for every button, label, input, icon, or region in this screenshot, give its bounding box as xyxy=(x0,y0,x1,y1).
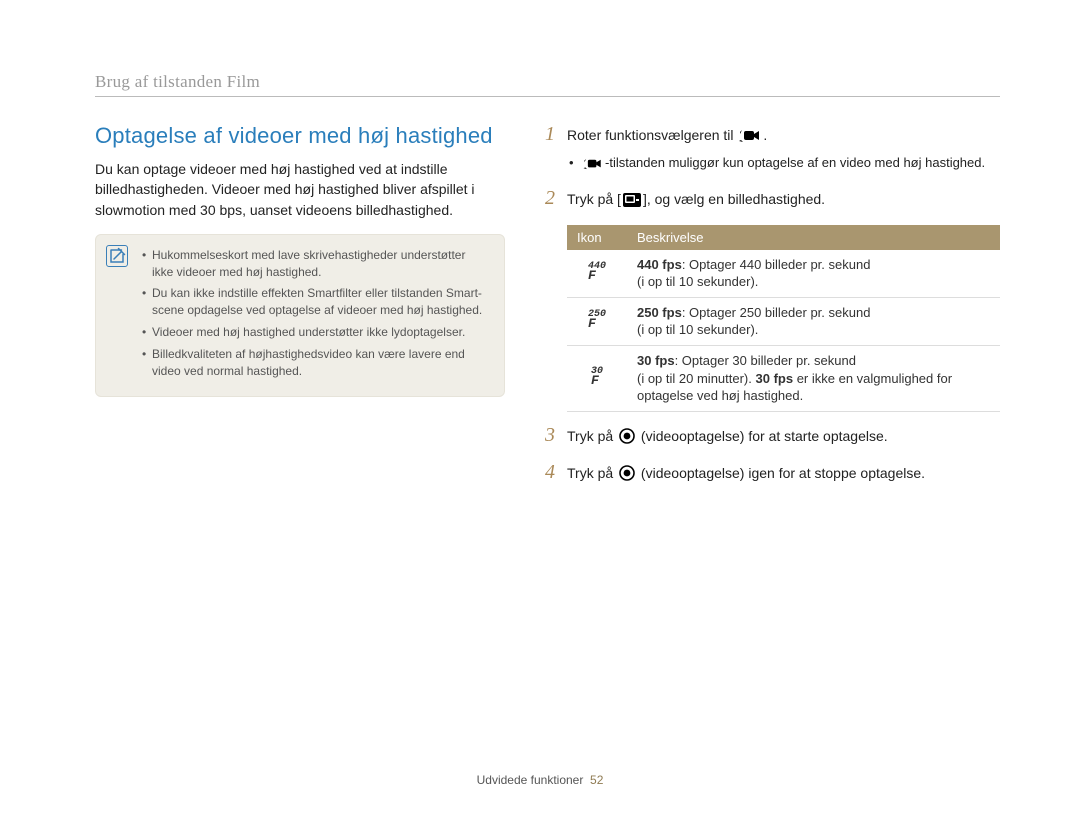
columns: Optagelse af videoer med høj hastighed D… xyxy=(95,123,1000,498)
fps-250-icon: 250F xyxy=(567,297,627,345)
table-header-desc: Beskrivelse xyxy=(627,225,1000,250)
table-row: 30F 30 fps: Optager 30 billeder pr. seku… xyxy=(567,345,1000,411)
text: Tryk på xyxy=(567,465,617,481)
step-body: Roter funktionsvælgeren til . -tilstande… xyxy=(567,123,1000,175)
fps-250-desc: 250 fps: Optager 250 billeder pr. sekund… xyxy=(627,297,1000,345)
note-icon xyxy=(106,245,128,267)
page-footer: Udvidede funktioner 52 xyxy=(0,773,1080,787)
info-item: Hukommelseskort med lave skrivehastighed… xyxy=(142,247,490,281)
column-left: Optagelse af videoer med høj hastighed D… xyxy=(95,123,505,498)
step-number: 3 xyxy=(545,424,567,449)
text: Roter funktionsvælgeren til xyxy=(567,127,737,143)
text: (videooptagelse) for at starte optagelse… xyxy=(637,428,888,444)
text: (videooptagelse) igen for at stoppe opta… xyxy=(637,465,925,481)
info-item: Du kan ikke indstille effekten Smartfilt… xyxy=(142,285,490,319)
frame-rate-button-icon xyxy=(623,192,641,212)
breadcrumb: Brug af tilstanden Film xyxy=(95,72,1000,92)
text: ], og vælg en billedhastighed. xyxy=(643,191,825,207)
step-number: 2 xyxy=(545,187,567,212)
info-item: Videoer med høj hastighed understøtter i… xyxy=(142,324,490,341)
step-4: 4 Tryk på (videooptagelse) igen for at s… xyxy=(545,461,1000,486)
fps-30-desc: 30 fps: Optager 30 billeder pr. sekund(i… xyxy=(627,345,1000,411)
text: . xyxy=(763,127,767,143)
fps-440-desc: 440 fps: Optager 440 billeder pr. sekund… xyxy=(627,250,1000,298)
step-2: 2 Tryk på [ ], og vælg en billedhastighed… xyxy=(545,187,1000,212)
step-number: 4 xyxy=(545,461,567,486)
fps-440-icon: 440F xyxy=(567,250,627,298)
fps-30-icon: 30F xyxy=(567,345,627,411)
intro-paragraph: Du kan optage videoer med høj hastighed … xyxy=(95,159,505,220)
column-right: 1 Roter funktionsvælgeren til . -tilstan… xyxy=(545,123,1000,498)
text: Tryk på xyxy=(567,428,617,444)
frame-rate-table: Ikon Beskrivelse 440F 440 fps: Optager 4… xyxy=(567,225,1000,412)
step-body: Tryk på (videooptagelse) for at starte o… xyxy=(567,424,1000,449)
mode-dial-hs-video-icon xyxy=(583,157,603,175)
step-body: Tryk på (videooptagelse) igen for at sto… xyxy=(567,461,1000,486)
text: -tilstanden muliggør kun optagelse af en… xyxy=(605,155,985,170)
table-header-icon: Ikon xyxy=(567,225,627,250)
info-box: Hukommelseskort med lave skrivehastighed… xyxy=(95,234,505,398)
footer-text: Udvidede funktioner xyxy=(477,773,584,787)
step-3: 3 Tryk på (videooptagelse) for at starte… xyxy=(545,424,1000,449)
table-row: 250F 250 fps: Optager 250 billeder pr. s… xyxy=(567,297,1000,345)
step-number: 1 xyxy=(545,123,567,175)
record-button-icon xyxy=(619,428,635,449)
info-item: Billedkvaliteten af højhastighedsvideo k… xyxy=(142,346,490,380)
step-body: Tryk på [ ], og vælg en billedhastighed. xyxy=(567,187,1000,212)
page-number: 52 xyxy=(590,773,603,787)
text: Tryk på [ xyxy=(567,191,621,207)
divider xyxy=(95,96,1000,97)
mode-dial-hs-video-icon xyxy=(739,128,761,148)
record-button-icon xyxy=(619,465,635,486)
table-row: 440F 440 fps: Optager 440 billeder pr. s… xyxy=(567,250,1000,298)
step-sub-item: -tilstanden muliggør kun optagelse af en… xyxy=(569,154,1000,175)
step-1: 1 Roter funktionsvælgeren til . -tilstan… xyxy=(545,123,1000,175)
section-title: Optagelse af videoer med høj hastighed xyxy=(95,123,505,149)
